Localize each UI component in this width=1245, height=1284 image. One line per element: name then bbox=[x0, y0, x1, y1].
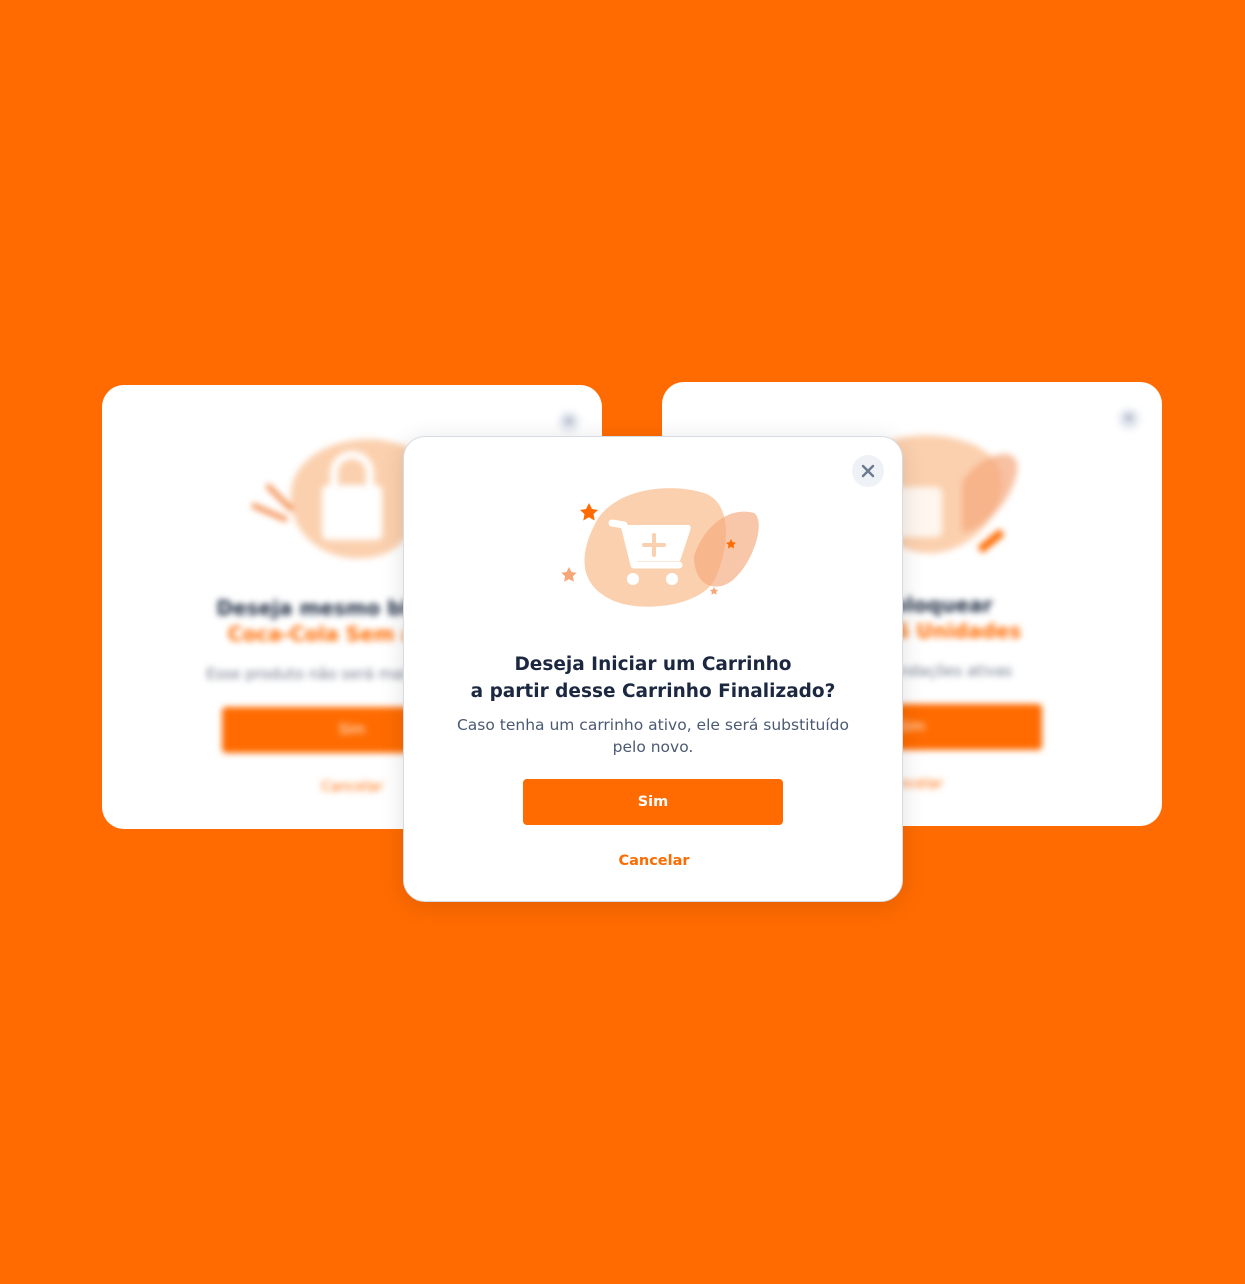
cart-plus-icon bbox=[561, 488, 759, 607]
modal-description: Caso tenha um carrinho ativo, ele será s… bbox=[456, 716, 850, 756]
modal-title-line1: Deseja Iniciar um Carrinho bbox=[514, 654, 792, 675]
confirm-button[interactable]: Sim bbox=[523, 779, 783, 825]
cancel-button[interactable]: Cancelar bbox=[554, 847, 754, 875]
start-cart-modal: Deseja Iniciar um Carrinho a partir dess… bbox=[403, 436, 903, 902]
close-icon bbox=[861, 464, 875, 478]
modal-title: Deseja Iniciar um Carrinho a partir dess… bbox=[424, 651, 882, 705]
close-button[interactable] bbox=[852, 455, 884, 487]
modal-title-line2: a partir desse Carrinho Finalizado? bbox=[470, 681, 836, 702]
